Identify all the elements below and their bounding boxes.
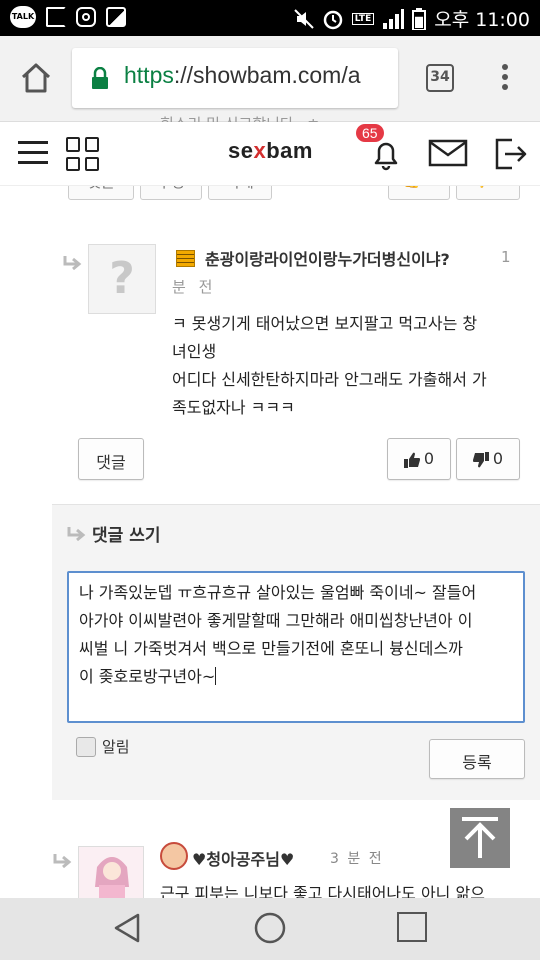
dislike-button[interactable]: 0 <box>456 438 520 480</box>
gallery-icon <box>106 7 126 27</box>
logo-prefix: se <box>228 138 254 163</box>
comment-line: 녀인생 <box>172 342 217 361</box>
note-icon <box>46 7 66 27</box>
instagram-icon <box>76 7 96 27</box>
alarm-checkbox[interactable] <box>76 737 96 757</box>
thumbs-up-icon <box>403 452 420 468</box>
hamburger-menu-icon[interactable] <box>18 141 48 167</box>
commenter-level-icon <box>160 842 188 870</box>
back-icon[interactable] <box>112 912 142 944</box>
url-scheme: https <box>124 62 174 88</box>
status-bar: TALK LTE 오후 11:00 <box>0 0 540 36</box>
comment-write-title: 댓글 쓰기 <box>92 526 161 546</box>
comment-author[interactable]: 춘광이랑라이언이랑누가더병신이냐? <box>205 246 450 270</box>
comment-item: ? 춘광이랑라이언이랑누가더병신이냐? 1 분 전 ㅋ 못생기게 태어났으면 보… <box>0 200 540 500</box>
site-header: sexbam 65 <box>0 122 540 186</box>
text-caret <box>215 667 217 685</box>
dislike-count: 0 <box>492 449 504 468</box>
kakaotalk-icon: TALK <box>10 6 36 28</box>
logout-icon[interactable] <box>492 136 528 172</box>
member-level-icon <box>176 250 195 267</box>
reply-arrow-icon <box>63 256 82 270</box>
textarea-line: 씨벌 니 가죽벗겨서 백으로 만들기전에 혼또니 븅신데스까 <box>79 639 463 658</box>
alarm-label[interactable]: 알림 <box>102 736 130 757</box>
reply-arrow-icon <box>67 527 86 541</box>
lock-icon <box>92 67 108 89</box>
comment-time-value: 1 <box>501 248 511 266</box>
home-icon[interactable] <box>18 60 54 96</box>
like-button[interactable]: 0 <box>387 438 451 480</box>
url-path: ://showbam.com/a <box>173 62 361 88</box>
textarea-line: 이 좆호로방구년아~ <box>79 663 513 691</box>
comment-line: 족도없자나 ㅋㅋㅋ <box>172 398 295 417</box>
logo-x: x <box>253 138 267 163</box>
mail-icon[interactable] <box>428 138 468 168</box>
clock: 오후 11:00 <box>434 9 530 31</box>
comment-write-section: 댓글 쓰기 나 가족있눈뎁 ㅠ흐규흐규 살아있는 울엄빠 죽이네~ 잘들어 아가… <box>52 504 540 800</box>
avatar-placeholder-icon: ? <box>88 244 156 314</box>
like-count: 0 <box>423 449 435 468</box>
notification-count-badge: 65 <box>356 124 384 142</box>
overflow-menu-icon[interactable] <box>499 64 511 94</box>
battery-icon <box>412 7 427 30</box>
textarea-last-line: 이 좆호로방구년아~ <box>79 667 216 686</box>
signal-icon <box>383 8 405 29</box>
reply-arrow-icon <box>53 854 72 868</box>
site-logo[interactable]: sexbam <box>228 138 313 164</box>
alarm-icon <box>323 10 342 29</box>
mute-icon <box>293 8 314 29</box>
android-nav-bar <box>0 898 540 960</box>
comment-line: 어디다 신세한탄하지마라 안그래도 가출해서 가 <box>172 370 487 389</box>
home-circle-icon[interactable] <box>254 912 286 944</box>
next-comment-author[interactable]: ♥청아공주님♥ <box>192 846 294 870</box>
textarea-line: 나 가족있눈뎁 ㅠ흐규흐규 살아있는 울엄빠 죽이네~ 잘들어 <box>79 583 477 602</box>
submit-button[interactable]: 등록 <box>429 739 525 779</box>
tab-switcher-button[interactable]: 34 <box>426 64 454 92</box>
thumbs-down-icon <box>472 451 489 467</box>
commenter-avatar <box>78 846 144 906</box>
comment-line: ㅋ 못생기게 태어났으면 보지팔고 먹고사는 창 <box>172 314 478 333</box>
scroll-to-top-icon[interactable] <box>450 808 510 868</box>
lte-icon: LTE <box>351 12 375 25</box>
logo-suffix: bam <box>266 138 313 163</box>
comment-body: ㅋ 못생기게 태어났으면 보지팔고 먹고사는 창 녀인생 어디다 신세한탄하지마… <box>172 310 524 422</box>
url-text: https://showbam.com/a <box>124 62 361 89</box>
grid-menu-icon[interactable] <box>66 137 100 171</box>
comment-time-unit: 분 전 <box>172 278 217 296</box>
textarea-line: 아가야 이씨발련아 좋게말할때 그만해라 애미씹창난년아 이 <box>79 611 473 630</box>
recent-apps-icon[interactable] <box>397 912 427 942</box>
reply-button[interactable]: 댓글 <box>78 438 144 480</box>
comment-textarea[interactable]: 나 가족있눈뎁 ㅠ흐규흐규 살아있는 울엄빠 죽이네~ 잘들어 아가야 이씨발련… <box>67 571 525 723</box>
address-bar[interactable]: https://showbam.com/a <box>72 48 398 108</box>
next-comment-time: 3 분 전 <box>330 851 384 867</box>
browser-toolbar: https://showbam.com/a 34 <box>0 36 540 122</box>
